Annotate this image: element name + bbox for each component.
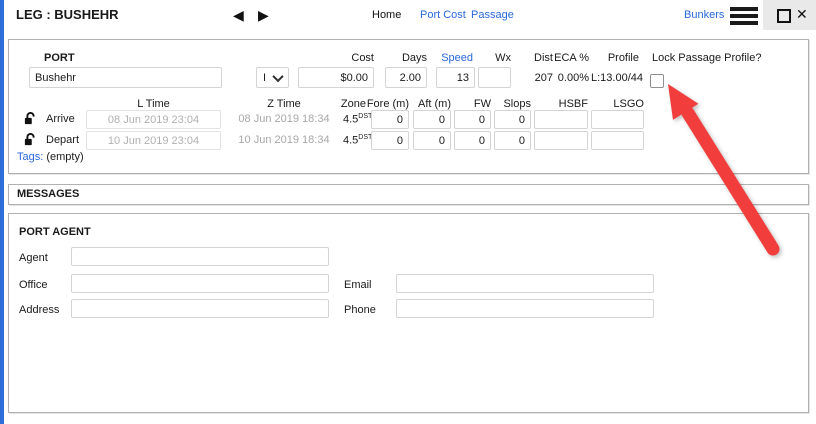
col-profile: Profile — [589, 52, 639, 64]
port-agent-title: PORT AGENT — [19, 226, 91, 238]
office-input[interactable] — [71, 274, 329, 293]
speed-input[interactable] — [436, 67, 475, 88]
col-slops: Slops — [471, 98, 531, 110]
forward-icon: ▶ — [258, 7, 269, 23]
prev-leg-button[interactable]: ◀ — [233, 7, 244, 23]
arrive-ltime-input — [86, 110, 221, 129]
arrive-zone-value: 4.5DST — [343, 113, 372, 126]
nav-passage[interactable]: Passage — [471, 9, 514, 21]
arrive-fw-input[interactable] — [454, 110, 491, 129]
depart-unlock-icon[interactable] — [23, 132, 38, 147]
depart-zone-value: 4.5DST — [343, 134, 372, 147]
port-type-select[interactable]: I — [256, 67, 289, 88]
nav-home[interactable]: Home — [372, 9, 401, 21]
office-label: Office — [19, 279, 48, 291]
tags-value: (empty) — [46, 151, 83, 163]
email-input[interactable] — [396, 274, 654, 293]
profile-value: L:13.00/44 — [579, 72, 643, 84]
depart-hsbf-input[interactable] — [534, 131, 588, 150]
arrive-label: Arrive — [46, 113, 75, 125]
close-icon[interactable]: ✕ — [796, 6, 808, 23]
address-label: Address — [19, 304, 59, 316]
arrive-ztime-value: 08 Jun 2019 18:34 — [234, 113, 334, 125]
arrive-slops-input[interactable] — [494, 110, 531, 129]
maximize-icon[interactable] — [777, 9, 791, 23]
window-left-accent — [0, 0, 4, 424]
col-eca: ECA % — [539, 52, 589, 64]
port-agent-section: PORT AGENT Agent Office Email Address Ph… — [8, 213, 809, 413]
port-type-value: I — [263, 72, 266, 84]
phone-label: Phone — [344, 304, 376, 316]
arrive-hsbf-input[interactable] — [534, 110, 588, 129]
messages-title: MESSAGES — [17, 188, 79, 200]
depart-fore-input[interactable] — [371, 131, 409, 150]
port-name-input[interactable] — [29, 67, 222, 88]
depart-ltime-input — [86, 131, 221, 150]
col-wx: Wx — [459, 52, 511, 64]
depart-slops-input[interactable] — [494, 131, 531, 150]
col-l-time: L Time — [86, 98, 221, 110]
window-controls: ✕ — [763, 0, 816, 30]
back-icon: ◀ — [233, 7, 244, 23]
col-lsgo: LSGO — [584, 98, 644, 110]
tags-link[interactable]: Tags: — [17, 151, 43, 163]
col-lock-passage-profile: Lock Passage Profile? — [652, 52, 761, 64]
phone-input[interactable] — [396, 299, 654, 318]
wx-input[interactable] — [478, 67, 511, 88]
nav-bunkers[interactable]: Bunkers — [684, 9, 724, 21]
col-z-time: Z Time — [234, 98, 334, 110]
agent-input[interactable] — [71, 247, 329, 266]
days-input[interactable] — [385, 67, 427, 88]
depart-label: Depart — [46, 134, 79, 146]
next-leg-button[interactable]: ▶ — [258, 7, 269, 23]
agent-label: Agent — [19, 252, 48, 264]
leg-window: LEG : BUSHEHR ◀ ▶ Home Port Cost Passage… — [0, 0, 816, 424]
arrive-fore-input[interactable] — [371, 110, 409, 129]
cost-input[interactable] — [298, 67, 374, 88]
depart-ztime-value: 10 Jun 2019 18:34 — [234, 134, 334, 146]
lock-passage-profile-checkbox[interactable] — [650, 74, 664, 88]
port-section-label: PORT — [44, 52, 75, 64]
arrive-aft-input[interactable] — [413, 110, 451, 129]
depart-lsgo-input[interactable] — [591, 131, 644, 150]
arrive-unlock-icon[interactable] — [23, 111, 38, 126]
depart-aft-input[interactable] — [413, 131, 451, 150]
menu-icon[interactable] — [730, 7, 758, 25]
page-title: LEG : BUSHEHR — [16, 7, 119, 22]
messages-section: MESSAGES — [8, 184, 809, 205]
nav-port-cost[interactable]: Port Cost — [420, 9, 466, 21]
col-hsbf: HSBF — [528, 98, 588, 110]
email-label: Email — [344, 279, 372, 291]
address-input[interactable] — [71, 299, 329, 318]
depart-fw-input[interactable] — [454, 131, 491, 150]
port-section: PORT Cost Days Speed Wx Dist ECA % Profi… — [8, 39, 809, 174]
chevron-down-icon — [272, 70, 283, 81]
arrive-lsgo-input[interactable] — [591, 110, 644, 129]
